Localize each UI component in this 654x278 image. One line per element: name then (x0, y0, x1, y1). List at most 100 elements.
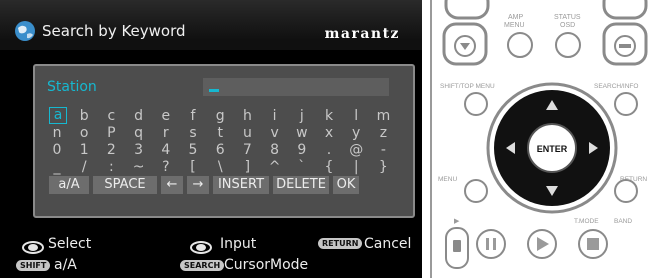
key[interactable]: c (103, 108, 119, 124)
key[interactable]: 7 (239, 142, 255, 158)
select-hint: Select (48, 236, 92, 252)
key[interactable]: g (212, 108, 228, 124)
keyboard-control-key[interactable]: INSERT (213, 176, 269, 194)
keyboard-control-key[interactable]: OK (333, 176, 359, 194)
remote-top-left-button[interactable] (444, 0, 490, 20)
key[interactable]: z (375, 125, 391, 141)
svg-text:MENU: MENU (504, 22, 525, 29)
input-button-icon (190, 241, 212, 254)
amp-menu-label: AMP (508, 14, 524, 21)
key[interactable]: 3 (131, 142, 147, 158)
select-button-icon (22, 241, 44, 254)
key[interactable]: t (212, 125, 228, 141)
key[interactable]: : (103, 159, 119, 175)
band-label: BAND (614, 218, 632, 225)
directional-pad[interactable]: ENTER (486, 82, 618, 214)
key[interactable]: ] (239, 159, 255, 175)
key[interactable]: f (185, 108, 201, 124)
cancel-hint: Cancel (364, 236, 412, 252)
keyboard-control-key[interactable]: DELETE (273, 176, 329, 194)
key[interactable]: | (348, 159, 364, 175)
key[interactable]: [ (185, 159, 201, 175)
status-osd-label: STATUS (554, 14, 581, 21)
key[interactable]: 4 (158, 142, 174, 158)
key[interactable]: . (321, 142, 337, 158)
ipod-button[interactable] (445, 227, 469, 269)
key[interactable]: e (158, 108, 174, 124)
minus-icon (619, 44, 631, 48)
key[interactable]: w (294, 125, 310, 141)
keyboard-control-key[interactable]: a/A (49, 176, 89, 194)
key[interactable]: v (267, 125, 283, 141)
menu-label: MENU (438, 176, 457, 183)
key[interactable]: ~ (131, 159, 147, 175)
shift-top-menu-label: SHIFT/TOP MENU (440, 83, 495, 90)
page-title: Search by Keyword (42, 22, 186, 40)
key[interactable]: x (321, 125, 337, 141)
key[interactable]: ` (294, 159, 310, 175)
search-info-label: SEARCH/INFO (594, 83, 638, 90)
remote-down-button[interactable] (442, 22, 488, 66)
key[interactable]: a (49, 107, 67, 124)
key[interactable]: 6 (212, 142, 228, 158)
key[interactable]: s (185, 125, 201, 141)
key[interactable]: 9 (294, 142, 310, 158)
keyword-input[interactable] (203, 78, 389, 96)
shift-action-hint: a/A (54, 257, 77, 273)
key[interactable]: ^ (267, 159, 283, 175)
divider (430, 0, 432, 278)
pause-button[interactable] (476, 229, 506, 259)
key[interactable]: 2 (103, 142, 119, 158)
text-caret (209, 89, 219, 92)
key[interactable]: n (49, 125, 65, 141)
title-bar: Search by Keyword marantz (0, 0, 422, 50)
return-badge: RETURN (318, 238, 363, 249)
status-osd-button[interactable] (555, 32, 581, 58)
shift-top-menu-button[interactable] (464, 92, 488, 116)
key[interactable]: 5 (185, 142, 201, 158)
stop-icon (587, 238, 599, 250)
search-info-button[interactable] (614, 92, 638, 116)
key[interactable]: 0 (49, 142, 65, 158)
key[interactable]: k (321, 108, 337, 124)
remote-top-right-button[interactable] (602, 0, 648, 20)
key[interactable]: j (294, 108, 310, 124)
svg-text:OSD: OSD (560, 22, 575, 29)
keyboard-control-key[interactable]: SPACE (93, 176, 157, 194)
footer-guide: Select Input RETURN Cancel SHIFT a/A SEA… (0, 232, 422, 278)
key[interactable]: d (131, 108, 147, 124)
key[interactable]: @ (348, 142, 364, 158)
key[interactable]: l (348, 108, 364, 124)
key[interactable]: - (375, 142, 391, 158)
key[interactable]: } (375, 159, 391, 175)
key[interactable]: i (267, 108, 283, 124)
tmode-label: T.MODE (574, 218, 599, 225)
key[interactable]: P (103, 125, 119, 141)
key[interactable]: r (158, 125, 174, 141)
return-button[interactable] (614, 179, 638, 203)
menu-button[interactable] (464, 179, 488, 203)
search-badge: SEARCH (180, 260, 225, 271)
key[interactable]: u (239, 125, 255, 141)
svg-text:ENTER: ENTER (537, 144, 568, 154)
remote-minus-button[interactable] (602, 22, 648, 66)
key[interactable]: { (321, 159, 337, 175)
key[interactable]: b (76, 108, 92, 124)
keyboard-control-key[interactable]: → (187, 176, 209, 194)
osd-screen: Search by Keyword marantz Station abcdef… (0, 0, 422, 278)
key[interactable]: ? (158, 159, 174, 175)
key[interactable]: 1 (76, 142, 92, 158)
key[interactable]: m (375, 108, 391, 124)
key[interactable]: 8 (267, 142, 283, 158)
keyboard-panel: Station abcdefghijklm noPqrstuvwxyz 012345… (33, 64, 415, 218)
amp-menu-button[interactable] (507, 32, 533, 58)
key[interactable]: y (348, 125, 364, 141)
key[interactable]: q (131, 125, 147, 141)
key[interactable]: _ (49, 159, 65, 175)
key[interactable]: h (239, 108, 255, 124)
key[interactable]: \ (212, 159, 228, 175)
key[interactable]: o (76, 125, 92, 141)
keyboard-control-key[interactable]: ← (161, 176, 183, 194)
key[interactable]: / (76, 159, 92, 175)
field-label: Station (47, 79, 97, 95)
